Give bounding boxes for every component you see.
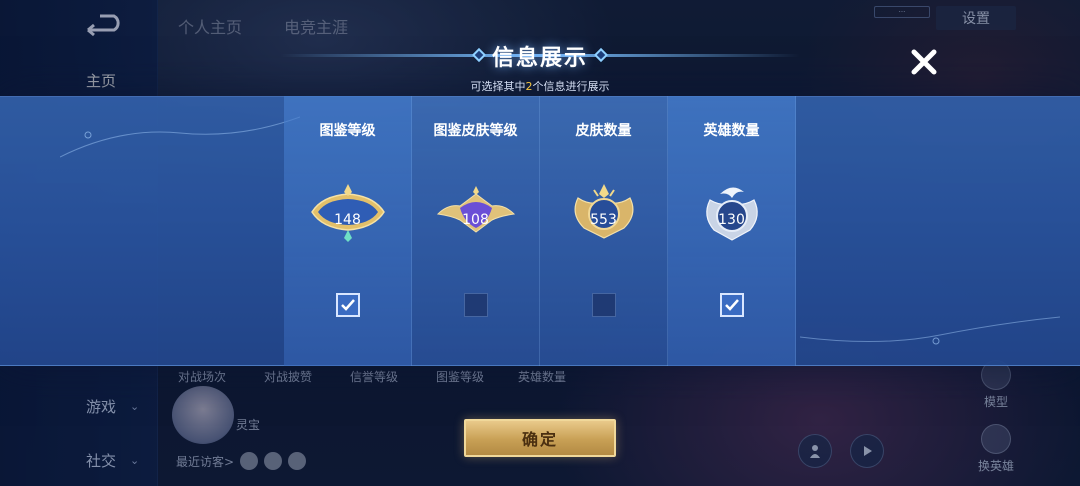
- option-label: 皮肤数量: [575, 123, 632, 139]
- option-value: 108: [462, 212, 489, 228]
- option-card-hero-count[interactable]: 英雄数量 130: [668, 96, 796, 366]
- close-icon[interactable]: [906, 44, 942, 80]
- checkmark-icon: [341, 299, 355, 311]
- info-options: 图鉴等级 148 图鉴皮肤等级 108 皮肤数量 553 英雄数量 130: [284, 96, 796, 366]
- modal-title: 信息展示: [491, 46, 588, 71]
- decorative-line: [800, 316, 1060, 345]
- decorative-line: [60, 116, 300, 158]
- option-value: 553: [590, 212, 617, 228]
- checkbox[interactable]: [592, 293, 616, 317]
- checkmark-icon: [725, 299, 739, 311]
- option-label: 英雄数量: [703, 123, 760, 139]
- modal-title-wrap: 信息展示: [280, 36, 800, 76]
- confirm-button[interactable]: 确定: [464, 419, 616, 457]
- subtitle-count: 2: [525, 80, 533, 93]
- option-card-codex-skin-level[interactable]: 图鉴皮肤等级 108: [412, 96, 540, 366]
- option-card-skin-count[interactable]: 皮肤数量 553: [540, 96, 668, 366]
- checkbox[interactable]: [336, 293, 360, 317]
- subtitle-suffix: 个信息进行展示: [532, 80, 610, 93]
- subtitle-prefix: 可选择其中: [470, 80, 526, 93]
- option-card-codex-level[interactable]: 图鉴等级 148: [284, 96, 412, 366]
- option-label: 图鉴皮肤等级: [433, 123, 518, 139]
- option-value: 130: [718, 212, 745, 228]
- option-value: 148: [334, 212, 361, 228]
- checkbox[interactable]: [464, 293, 488, 317]
- checkbox[interactable]: [720, 293, 744, 317]
- option-label: 图鉴等级: [319, 123, 376, 139]
- modal-subtitle: 可选择其中2个信息进行展示: [440, 78, 640, 94]
